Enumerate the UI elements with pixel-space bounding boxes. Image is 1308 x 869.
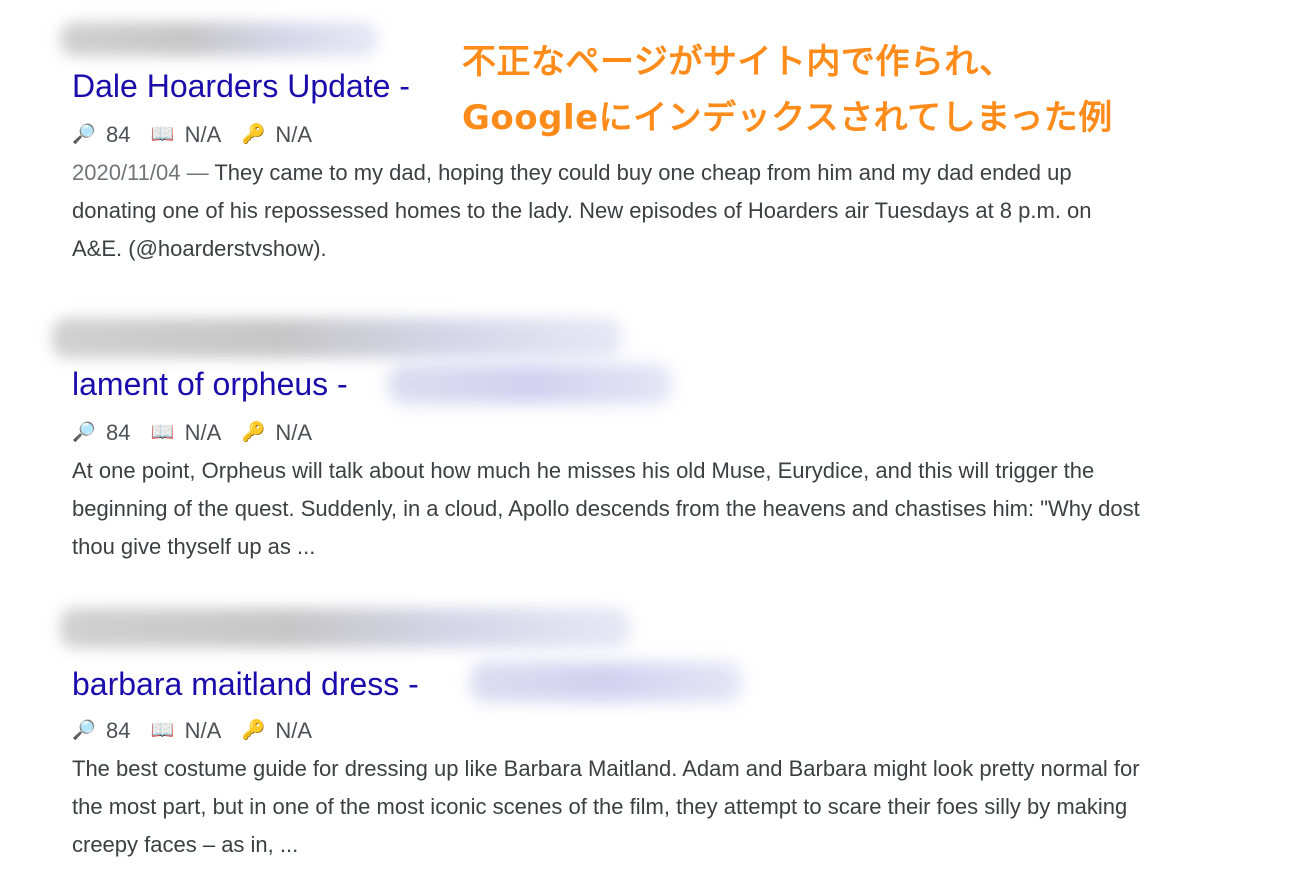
magnifier-icon: 🔎 [72,422,96,444]
book-icon: 📖 [150,124,175,146]
stat-key-3: N/A [275,718,313,744]
result-snippet-2: At one point, Orpheus will talk about ho… [72,458,1140,559]
stat-search-2: 84 [106,420,131,446]
result-stats-3: 🔎 84 📖 N/A 🔑 N/A [72,716,326,745]
book-icon: 📖 [150,422,175,444]
stat-book-1: N/A [184,122,222,148]
stat-book-2: N/A [184,420,222,446]
magnifier-icon: 🔎 [72,720,96,742]
result-date-1: 2020/11/04 — [72,160,215,185]
result-snippet-text-1: They came to my dad, hoping they could b… [72,160,1092,261]
annotation-callout: 不正なページがサイト内で作られ、 Googleにインデックスされてしまった例 [462,34,1192,146]
stat-book-3: N/A [184,718,222,744]
blurred-domain-2 [388,364,672,404]
key-icon: 🔑 [241,124,266,146]
annotation-line-2: Googleにインデックスされてしまった例 [462,98,1113,138]
stat-key-2: N/A [275,420,313,446]
blurred-url-2 [52,318,622,358]
blurred-domain-3 [470,662,742,702]
result-title-3[interactable]: barbara maitland dress - [72,664,419,704]
result-snippet-1: 2020/11/04 — They came to my dad, hoping… [72,154,1142,268]
annotation-line-1: 不正なページがサイト内で作られ、 [462,42,1014,82]
magnifier-icon: 🔎 [72,124,96,146]
result-title-2[interactable]: lament of orpheus - [72,364,348,404]
stat-search-3: 84 [106,718,131,744]
book-icon: 📖 [150,720,175,742]
stat-key-1: N/A [275,122,313,148]
result-stats-2: 🔎 84 📖 N/A 🔑 N/A [72,418,326,447]
key-icon: 🔑 [241,720,266,742]
result-title-1[interactable]: Dale Hoarders Update - [72,66,410,106]
result-snippet-3: The best costume guide for dressing up l… [72,756,1140,857]
blurred-url-3 [60,608,630,648]
stat-search-1: 84 [106,122,131,148]
key-icon: 🔑 [241,422,266,444]
result-stats-1: 🔎 84 📖 N/A 🔑 N/A [72,120,326,149]
blurred-url-1 [60,22,378,56]
